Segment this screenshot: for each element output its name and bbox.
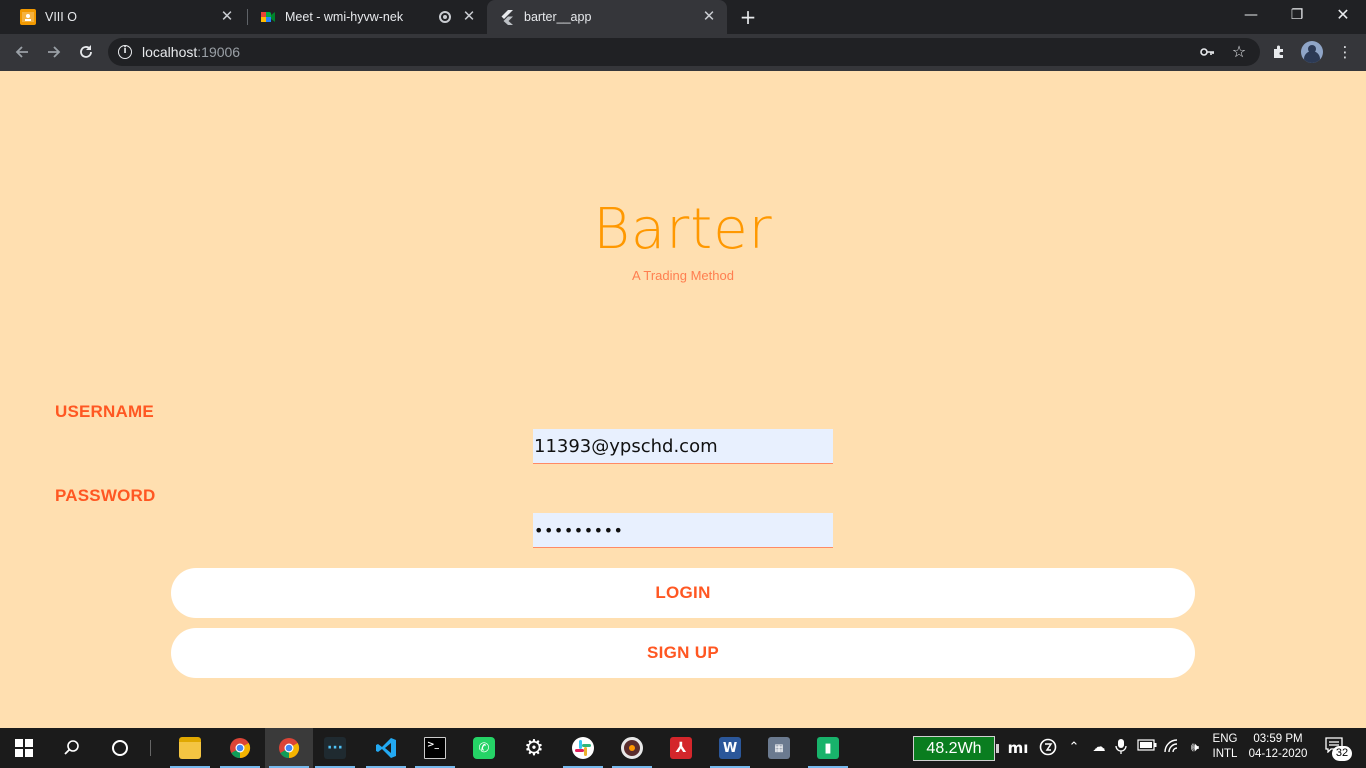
tab-title: Meet - wmi-hyvw-nek	[285, 10, 404, 24]
calculator-icon: ▦	[768, 737, 790, 759]
reload-icon[interactable]	[73, 39, 99, 65]
clock-date: 04-12-2020	[1248, 748, 1308, 760]
more-dots-icon: ···	[324, 737, 346, 759]
microphone-icon[interactable]	[1113, 738, 1129, 758]
folder-icon	[179, 737, 201, 759]
url-text: localhost:19006	[142, 44, 240, 60]
slack-app[interactable]	[559, 728, 607, 768]
username-input[interactable]	[533, 429, 833, 464]
slack-icon	[572, 737, 594, 759]
word-app[interactable]: W	[706, 728, 754, 768]
vscode-icon	[376, 738, 396, 758]
notion-like-icon: ▮	[817, 737, 839, 759]
chrome-icon	[230, 738, 251, 759]
close-icon[interactable]: ✕	[701, 9, 717, 25]
tab-title: barter__app	[524, 10, 592, 24]
close-icon[interactable]: ✕	[461, 9, 477, 25]
meet-icon	[260, 9, 276, 25]
onedrive-icon[interactable]: ☁	[1089, 738, 1109, 758]
chevron-up-icon[interactable]: ⌃	[1066, 738, 1082, 758]
whatsapp-icon: ✆	[473, 737, 495, 759]
password-input[interactable]: •••••••••	[533, 513, 833, 548]
back-icon[interactable]	[9, 39, 35, 65]
browser-tabstrip: VIII O ✕ Meet - wmi-hyvw-nek ✕ barter__a…	[0, 0, 1366, 34]
tab-viii-o[interactable]: VIII O ✕	[0, 0, 245, 34]
word-icon: W	[719, 737, 741, 759]
language-indicator[interactable]: ENG INTL	[1206, 732, 1244, 762]
mi-icon[interactable]: mı	[1007, 738, 1029, 758]
clock-time: 03:59 PM	[1253, 733, 1303, 745]
app-subtitle: A Trading Method	[632, 268, 734, 283]
battery-widget[interactable]: 48.2Wh	[913, 736, 999, 761]
app-page: Barter A Trading Method USERNAME PASSWOR…	[0, 71, 1366, 728]
clock[interactable]: 03:59 PM 04-12-2020	[1245, 732, 1311, 762]
file-explorer-app[interactable]	[166, 728, 214, 768]
whatsapp-app[interactable]: ✆	[460, 728, 508, 768]
wifi-icon[interactable]	[1162, 738, 1182, 758]
notification-count-badge: 32	[1332, 746, 1352, 761]
cortana-icon	[112, 740, 128, 756]
search-button[interactable]	[48, 728, 96, 768]
classroom-icon	[20, 9, 36, 25]
start-button[interactable]	[0, 728, 48, 768]
sync-icon[interactable]	[1037, 738, 1059, 758]
browser-toolbar: i localhost:19006 ☆ ⋮	[0, 34, 1366, 71]
notes-app[interactable]: ▮	[804, 728, 852, 768]
flutter-icon	[499, 9, 515, 25]
tab-barter-app[interactable]: barter__app ✕	[487, 0, 727, 34]
forward-icon[interactable]	[41, 39, 67, 65]
login-button[interactable]: LOGIN	[171, 568, 1195, 618]
pdf-icon: ⅄	[670, 737, 692, 759]
terminal-app[interactable]: >_	[411, 728, 459, 768]
gear-icon: ⚙	[524, 735, 544, 761]
password-label: PASSWORD	[55, 486, 156, 505]
minimize-icon[interactable]: —	[1228, 0, 1274, 30]
extensions-icon[interactable]	[1268, 41, 1290, 63]
url-host: localhost	[142, 44, 198, 60]
url-port: :19006	[197, 44, 241, 60]
profile-avatar[interactable]	[1301, 41, 1323, 63]
restore-icon[interactable]: ❐	[1274, 0, 1320, 30]
taskbar-divider	[150, 740, 151, 756]
windows-taskbar: ··· >_ ✆ ⚙ ⅄ W ▦ ▮ 48.2Wh mı ⌃ ☁ 🕪 ENG I…	[0, 728, 1366, 768]
calculator-app[interactable]: ▦	[755, 728, 803, 768]
site-info-icon[interactable]: i	[118, 45, 132, 59]
chrome-app-active[interactable]	[265, 728, 313, 768]
windows-icon	[15, 739, 33, 757]
key-icon[interactable]	[1199, 44, 1215, 60]
address-bar[interactable]: i localhost:19006 ☆	[108, 38, 1260, 66]
acrobat-app[interactable]: ⅄	[657, 728, 705, 768]
volume-icon[interactable]: 🕪	[1185, 738, 1205, 758]
close-window-icon[interactable]: ✕	[1320, 0, 1366, 30]
battery-icon[interactable]	[1136, 738, 1158, 758]
media-app[interactable]	[608, 728, 656, 768]
tab-meet[interactable]: Meet - wmi-hyvw-nek ✕	[240, 0, 487, 34]
bookmark-star-icon[interactable]: ☆	[1231, 44, 1247, 60]
menu-dots-icon[interactable]: ⋮	[1334, 41, 1356, 63]
chrome-app[interactable]	[216, 728, 264, 768]
new-tab-icon[interactable]: +	[737, 6, 759, 28]
search-icon	[64, 740, 79, 755]
app-title: Barter	[593, 197, 773, 262]
terminal-dots-app[interactable]: ···	[311, 728, 359, 768]
close-icon[interactable]: ✕	[219, 9, 235, 25]
vscode-app[interactable]	[362, 728, 410, 768]
username-label: USERNAME	[55, 402, 154, 421]
language-code: ENG	[1212, 733, 1238, 745]
tab-title: VIII O	[45, 10, 77, 24]
settings-app[interactable]: ⚙	[510, 728, 558, 768]
keyboard-layout: INTL	[1212, 748, 1238, 760]
signup-button[interactable]: SIGN UP	[171, 628, 1195, 678]
disc-icon	[621, 737, 643, 759]
chrome-icon	[279, 738, 300, 759]
terminal-icon: >_	[424, 737, 446, 759]
action-center-button[interactable]: 32	[1325, 737, 1352, 761]
recording-icon	[439, 11, 451, 23]
cortana-button[interactable]	[96, 728, 144, 768]
